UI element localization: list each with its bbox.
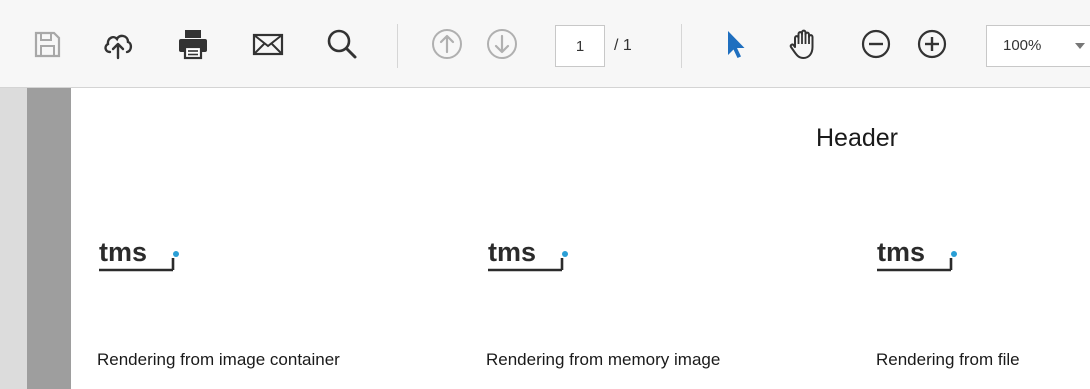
logo-text: tms xyxy=(99,237,147,267)
hand-tool-button[interactable] xyxy=(784,24,824,64)
hand-pan-icon xyxy=(789,29,814,59)
upload-button[interactable] xyxy=(98,24,138,64)
previous-page-button[interactable] xyxy=(427,24,467,64)
tms-logo-image: tms xyxy=(99,237,179,272)
zoom-select[interactable]: 100% xyxy=(986,25,1090,67)
logo-text: tms xyxy=(877,237,925,267)
caption-file: Rendering from file xyxy=(876,350,1020,369)
email-button[interactable] xyxy=(248,24,288,64)
save-button[interactable] xyxy=(27,24,67,64)
cloud-upload-icon xyxy=(104,34,133,60)
zoom-out-button[interactable] xyxy=(856,24,896,64)
page-number-value: 1 xyxy=(575,37,585,55)
caption-memory-image: Rendering from memory image xyxy=(486,350,721,369)
document-page: Header tms tms tms Rendering from image … xyxy=(71,88,1090,389)
toolbar-separator xyxy=(681,24,682,68)
zoom-value: 100% xyxy=(1003,37,1042,54)
tms-logo-image: tms xyxy=(488,237,568,272)
page-number-input[interactable]: 1 xyxy=(555,25,605,67)
next-page-button[interactable] xyxy=(482,24,522,64)
select-cursor-icon xyxy=(728,31,745,58)
print-icon xyxy=(179,30,207,60)
zoom-out-icon xyxy=(861,29,891,59)
zoom-in-icon xyxy=(917,29,947,59)
previous-page-icon xyxy=(432,29,462,59)
toolbar: 1 / 1 100% xyxy=(0,0,1090,88)
print-button[interactable] xyxy=(173,24,213,64)
left-gutter xyxy=(0,88,27,389)
tms-logo-image: tms xyxy=(877,237,957,272)
select-tool-button[interactable] xyxy=(715,24,755,64)
zoom-in-button[interactable] xyxy=(912,24,952,64)
page-header-text: Header xyxy=(816,124,898,152)
next-page-icon xyxy=(487,29,517,59)
chevron-down-icon xyxy=(1075,43,1085,49)
caption-image-container: Rendering from image container xyxy=(97,350,340,369)
search-button[interactable] xyxy=(322,24,362,64)
search-icon xyxy=(327,29,357,59)
page-border-strip xyxy=(27,88,71,389)
logo-text: tms xyxy=(488,237,536,267)
email-icon xyxy=(252,33,284,56)
page-total-label: / 1 xyxy=(614,37,632,54)
save-icon xyxy=(34,31,61,58)
toolbar-separator xyxy=(397,24,398,68)
